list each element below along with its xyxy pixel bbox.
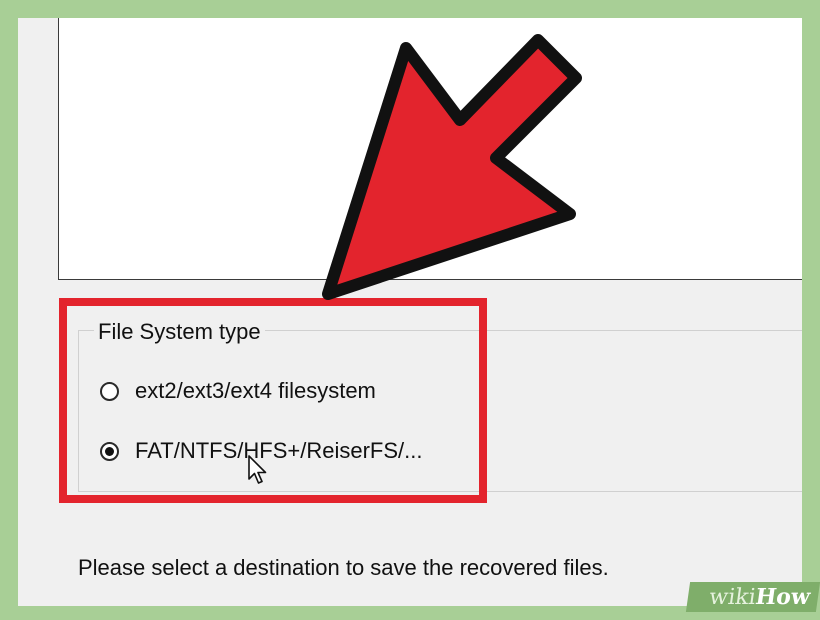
wikihow-watermark: wikiHow: [685, 582, 820, 612]
watermark-how-text: How: [753, 584, 812, 610]
recovery-window: File System type ext2/ext3/ext4 filesyst…: [18, 18, 802, 606]
watermark-wiki-text: wiki: [707, 585, 758, 610]
red-arrow-icon: [322, 34, 582, 300]
mouse-cursor-icon: [248, 455, 267, 484]
